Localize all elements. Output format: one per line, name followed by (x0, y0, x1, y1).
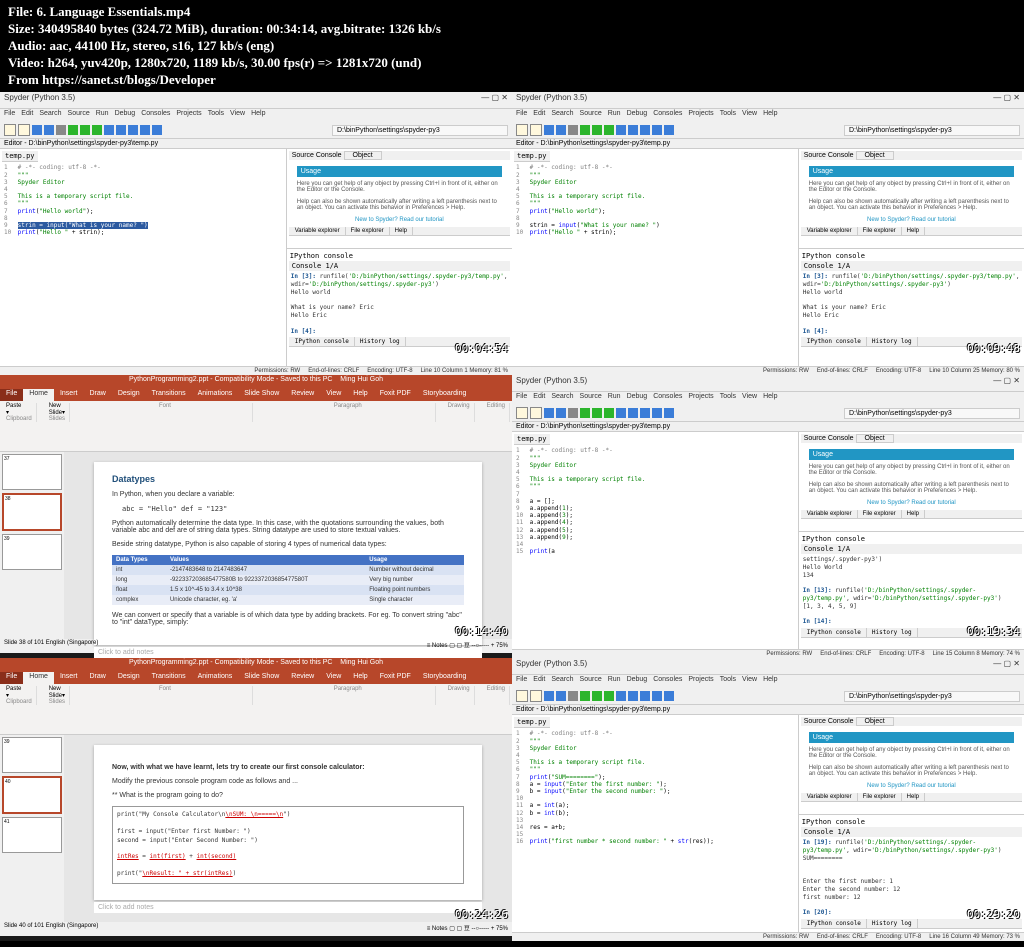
slide-thumb[interactable]: 37 (2, 454, 62, 490)
ribbon[interactable]: Paste▾Clipboard NewSlide▾Slides Font Par… (0, 401, 512, 452)
working-dir[interactable]: D:\binPython\settings\spyder-py3 (337, 127, 440, 134)
file-info-header: File: 6. Language Essentials.mp4 Size: 3… (0, 0, 1024, 92)
save-all-icon[interactable] (44, 125, 54, 135)
frame-3-powerpoint: PythonProgramming2.ppt - Compatibility M… (0, 375, 512, 658)
code-editor[interactable]: temp.py 1 # -*- coding: utf-8 -*- 2 """ … (512, 149, 799, 366)
usage-title: Usage (297, 166, 502, 177)
step-over-icon[interactable] (116, 125, 126, 135)
menubar[interactable]: FileEditSearchSourceRunDebugConsolesProj… (0, 109, 512, 122)
run-icon[interactable] (68, 125, 78, 135)
run-selection-icon[interactable] (92, 125, 102, 135)
frame-1-spyder: Spyder (Python 3.5) — ▢ ✕ FileEditSearch… (0, 92, 512, 375)
usage-text: Here you can get help of any object by p… (289, 177, 510, 227)
ribbon-tabs[interactable]: FileHomeInsertDrawDesignTransitionsAnima… (0, 389, 512, 401)
frame-5-powerpoint: PythonProgramming2.ppt - Compatibility M… (0, 658, 512, 941)
help-tabs[interactable]: Variable explorerFile explorerHelp (289, 227, 510, 236)
frame-4-spyder: Spyder (Python 3.5)— ▢ ✕ FileEditSearchS… (512, 375, 1024, 658)
run-cell-icon[interactable] (80, 125, 90, 135)
code-editor[interactable]: temp.py 1 # -*- coding: utf-8 -*- 2 """ … (512, 432, 799, 649)
stop-icon[interactable] (152, 125, 162, 135)
code-content[interactable]: 1 # -*- coding: utf-8 -*- 2 """ 3 Spyder… (2, 162, 284, 238)
search-icon[interactable] (56, 125, 66, 135)
editor-tab[interactable]: temp.py (2, 151, 38, 162)
slide-content: Datatypes In Python, when you declare a … (94, 462, 482, 645)
code-editor[interactable]: temp.py 1 # -*- coding: utf-8 -*- 2 """ … (0, 149, 287, 366)
editor-path: Editor - D:\binPython\settings\spyder-py… (0, 139, 512, 149)
help-header[interactable]: Source Console Object (289, 151, 510, 160)
notes-pane[interactable]: Click to add notes (94, 647, 482, 658)
window-controls[interactable]: — ▢ ✕ (481, 93, 508, 107)
debug-icon[interactable] (104, 125, 114, 135)
save-icon[interactable] (32, 125, 42, 135)
main-toolbar[interactable]: D:\binPython\settings\spyder-py3 (0, 122, 512, 139)
datatypes-table: Data TypesValuesUsage int-2147483648 to … (112, 555, 464, 605)
slide-thumbnails[interactable]: 37 38 39 (0, 452, 64, 639)
window-titlebar: Spyder (Python 3.5) — ▢ ✕ (0, 92, 512, 109)
slide-title: Datatypes (112, 474, 464, 484)
console-output: In [3]: runfile('D:/binPython/settings/.… (289, 271, 510, 337)
code-example: print("My Console Calculator\n\nSUM: \n=… (112, 806, 464, 883)
slide-thumb[interactable]: 39 (2, 534, 62, 570)
video-timestamp: 00:04:54 (455, 342, 508, 355)
slide-thumb-active[interactable]: 38 (2, 493, 62, 531)
window-title: Spyder (Python 3.5) (4, 93, 75, 107)
statusbar: Permissions: RWEnd-of-lines: CRLFEncodin… (0, 366, 512, 375)
frame-6-spyder: Spyder (Python 3.5)— ▢ ✕ FileEditSearchS… (512, 658, 1024, 941)
step-out-icon[interactable] (140, 125, 150, 135)
frame-2-spyder: Spyder (Python 3.5)— ▢ ✕ FileEditSearchS… (512, 92, 1024, 375)
step-in-icon[interactable] (128, 125, 138, 135)
help-pane: Source Console Object Usage Here you can… (287, 149, 512, 249)
open-icon[interactable] (18, 124, 30, 136)
code-editor[interactable]: temp.py 1 # -*- coding: utf-8 -*- 2 """ … (512, 715, 799, 932)
ppt-titlebar: PythonProgramming2.ppt - Compatibility M… (0, 375, 512, 389)
new-file-icon[interactable] (4, 124, 16, 136)
